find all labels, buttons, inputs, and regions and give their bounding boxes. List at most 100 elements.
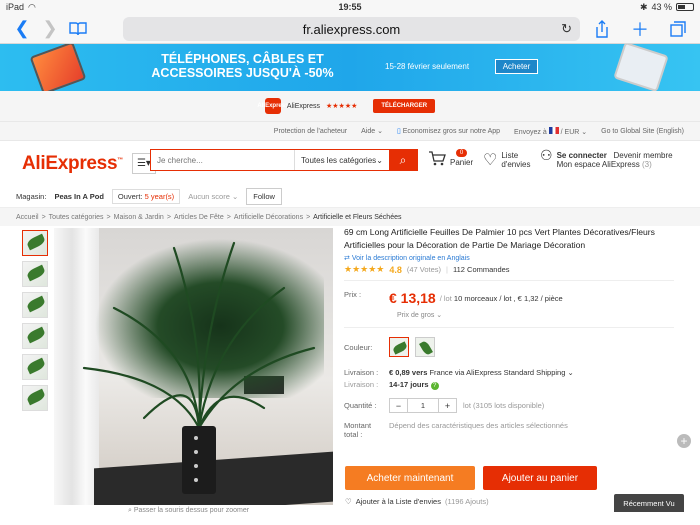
chevron-down-icon: ⌄ — [567, 368, 574, 377]
breadcrumb: Accueil > Toutes catégories > Maison & Jar… — [0, 208, 700, 226]
orders-count: 112 Commandes — [453, 265, 510, 274]
app-download-button[interactable]: TÉLÉCHARGER — [373, 99, 436, 113]
new-tab-icon[interactable]: ＋ — [626, 15, 654, 43]
delivery-row: Livraison : 14-17 jours ? — [344, 380, 674, 390]
color-option[interactable] — [389, 337, 409, 357]
back-button[interactable]: ❮ — [8, 15, 36, 43]
available-lots: lot (3105 lots disponible) — [463, 401, 545, 410]
url-text: fr.aliexpress.com — [302, 21, 401, 37]
crumb-party[interactable]: Articles De Fête — [174, 214, 224, 221]
shipping-price: € 0,89 vers — [389, 368, 428, 377]
tablet-image — [613, 44, 669, 91]
rating-stars: ★★★★★ — [344, 264, 385, 274]
crumb-decor[interactable]: Artificielle Décorations — [234, 214, 303, 221]
banner-dates: 15-28 février seulement — [385, 62, 470, 71]
total-row: Montant total : Dépend des caractéristiqu… — [344, 421, 568, 439]
shipping-method[interactable]: France via AliExpress Standard Shipping — [429, 368, 565, 377]
promo-banner[interactable]: TÉLÉPHONES, CÂBLES ET ACCESSOIRES JUSQU'… — [0, 44, 700, 91]
price-row: Prix : € 13,18 / lot 10 morceaux / lot ,… — [344, 290, 563, 306]
heart-icon: ♡ — [345, 497, 352, 506]
chevron-down-icon: ⌄ — [376, 155, 383, 165]
join-link[interactable]: Devenir membre — [613, 151, 672, 160]
quantity-input[interactable]: 1 — [407, 399, 439, 412]
product-info: 69 cm Long Artificielle Feuilles De Palm… — [344, 226, 674, 439]
increase-button[interactable]: + — [439, 399, 456, 412]
recently-viewed-tab[interactable]: Récemment Vu — [614, 494, 684, 512]
product-main-image[interactable] — [54, 228, 333, 505]
store-name[interactable]: Peas In A Pod — [54, 192, 103, 201]
battery-icon — [676, 3, 694, 11]
search-input[interactable] — [151, 150, 294, 170]
search-button[interactable]: ⌕ — [389, 150, 417, 170]
price-label: Prix : — [344, 290, 362, 299]
product-section: ⌕ Passer la souris dessus pour zoomer 69… — [0, 226, 700, 514]
crumb-home[interactable]: Accueil — [16, 214, 39, 221]
zoom-hint: ⌕ Passer la souris dessus pour zoomer — [128, 507, 250, 514]
forward-button[interactable]: ❯ — [36, 15, 64, 43]
plus-icon[interactable]: + — [677, 434, 691, 448]
signin-link[interactable]: Se connecter — [557, 151, 607, 160]
buy-now-button[interactable]: Acheter maintenant — [345, 466, 475, 490]
address-bar[interactable]: fr.aliexpress.com ↻ — [123, 17, 580, 41]
thumbnail[interactable] — [22, 230, 48, 256]
nav-global-site[interactable]: Go to Global Site (English) — [601, 128, 684, 135]
france-flag-icon — [548, 126, 559, 134]
site-header: AliExpress™ ☰▾ Toutes les catégories⌄ ⌕ … — [0, 141, 700, 186]
account-menu[interactable]: ⚇ Se connecter Devenir membre Mon espace… — [540, 148, 673, 169]
phone-icon: ▯ — [396, 128, 401, 135]
nav-ship-to[interactable]: Envoyez à / EUR ⌄ — [514, 126, 587, 136]
translate-icon: ⇄ — [344, 255, 350, 262]
crumb-all[interactable]: Toutes catégories — [49, 214, 104, 221]
crumb-home-garden[interactable]: Maison & Jardin — [114, 214, 164, 221]
follow-button[interactable]: Follow — [246, 188, 282, 205]
store-label: Magasin: — [16, 192, 47, 201]
app-name: AliExpress — [286, 102, 320, 110]
shipping-label: Livraison : — [344, 368, 379, 377]
app-download-bar: AliExpress AliExpress ★★★★★ TÉLÉCHARGER — [0, 91, 700, 121]
store-score[interactable]: Aucun score ⌄ — [188, 192, 238, 201]
cart-count: 0 — [455, 149, 468, 157]
nav-app-promo[interactable]: ▯ Economisez gros sur notre App — [397, 127, 500, 135]
color-option[interactable] — [415, 337, 435, 357]
reload-icon[interactable]: ↻ — [561, 21, 572, 37]
safari-toolbar: ❮ ❯ fr.aliexpress.com ↻ ＋ — [0, 14, 700, 44]
add-to-wishlist[interactable]: ♡ Ajouter à la Liste d'envies (1196 Ajou… — [345, 497, 489, 506]
banner-buy-button[interactable]: Acheter — [495, 59, 538, 74]
thumbnail[interactable] — [22, 385, 48, 411]
nav-buyer-protection[interactable]: Protection de l'acheteur — [274, 128, 347, 135]
thumbnail[interactable] — [22, 323, 48, 349]
price-detail: 10 morceaux / lot , € 1,32 / pièce — [453, 294, 563, 303]
color-label: Couleur: — [344, 342, 373, 352]
store-opened: Ouvert: 5 year(s) — [111, 189, 181, 204]
banner-title: TÉLÉPHONES, CÂBLES ET ACCESSOIRES JUSQU'… — [151, 52, 334, 80]
quantity-label: Quantité : — [344, 401, 377, 410]
nav-help[interactable]: Aide ⌄ — [361, 127, 383, 135]
thumbnail[interactable] — [22, 261, 48, 287]
tabs-icon[interactable] — [664, 15, 692, 43]
thumbnail[interactable] — [22, 292, 48, 318]
store-bar: Magasin: Peas In A Pod Ouvert: 5 year(s)… — [0, 186, 700, 208]
delivery-time: 14-17 jours — [389, 380, 429, 389]
add-to-cart-button[interactable]: Ajouter au panier — [483, 466, 597, 490]
aliexpress-logo[interactable]: AliExpress™ — [22, 153, 123, 175]
search-category-select[interactable]: Toutes les catégories ⌄ — [294, 150, 389, 170]
shipping-row: Livraison : € 0,89 vers France via AliEx… — [344, 368, 674, 377]
bulk-price-toggle[interactable]: Prix de gros ⌄ — [397, 311, 674, 319]
search-icon: ⌕ — [399, 152, 407, 167]
ios-status-bar: iPad ◠ 19:55 ✱ 43 % — [0, 0, 700, 14]
share-icon[interactable] — [588, 15, 616, 43]
app-logo-icon: AliExpress — [257, 98, 288, 114]
original-description-link[interactable]: ⇄ Voir la description originale en Angla… — [344, 254, 674, 262]
app-rating-stars: ★★★★★ — [326, 103, 358, 110]
help-icon: ? — [430, 382, 439, 390]
search-icon: ⌕ — [128, 507, 132, 514]
cart-button[interactable]: 0 Panier — [428, 149, 473, 167]
wishlist-button[interactable]: ♡ Liste d'envies — [483, 151, 530, 169]
thumbnail[interactable] — [22, 354, 48, 380]
crumb-current: Artificielle et Fleurs Séchées — [313, 213, 402, 221]
decrease-button[interactable]: − — [390, 399, 407, 412]
top-nav: Protection de l'acheteur Aide ⌄ ▯ Econom… — [0, 121, 700, 141]
rating-votes[interactable]: (47 Votes) — [407, 265, 441, 274]
price-value: € 13,18 — [389, 290, 436, 306]
bookmarks-icon[interactable] — [64, 15, 92, 43]
